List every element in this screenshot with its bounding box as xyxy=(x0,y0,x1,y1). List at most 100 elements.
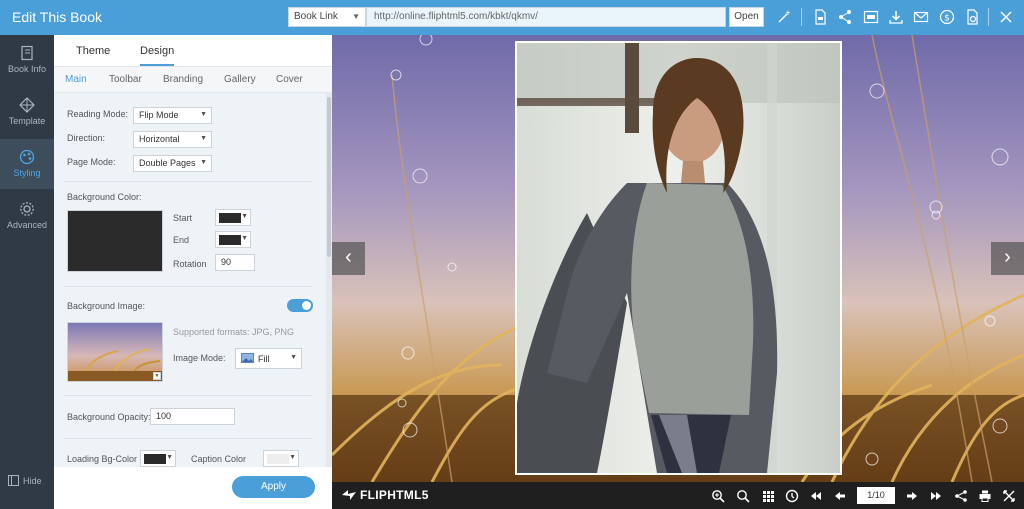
link-type-select[interactable]: Book Link ▼ xyxy=(288,7,366,27)
top-bar: Edit This Book Book Link ▼ http://online… xyxy=(0,0,1024,35)
first-page-icon[interactable] xyxy=(809,489,823,503)
book-page[interactable] xyxy=(515,41,842,475)
email-icon[interactable] xyxy=(913,9,929,25)
direction-value: Horizontal xyxy=(139,134,180,144)
chevron-down-icon: ▼ xyxy=(352,12,360,21)
print-icon[interactable] xyxy=(978,489,992,503)
tab-branding[interactable]: Branding xyxy=(163,74,203,85)
hide-panel-button[interactable]: Hide xyxy=(0,475,54,497)
settings-panel: Theme Design Main Toolbar Branding Galle… xyxy=(54,35,332,509)
chevron-down-icon: ▼ xyxy=(200,159,207,166)
sidebar-item-label: Styling xyxy=(13,168,41,178)
chevron-down-icon: ▼ xyxy=(166,454,173,461)
sidebar-item-advanced[interactable]: Advanced xyxy=(0,191,54,241)
apply-button[interactable]: Apply xyxy=(232,476,315,498)
share-icon[interactable] xyxy=(837,9,853,25)
chevron-down-icon: ▼ xyxy=(241,213,248,220)
html5-icon[interactable] xyxy=(863,9,879,25)
section-divider xyxy=(64,286,313,287)
chevron-down-icon: ▼ xyxy=(241,235,248,242)
sidebar-item-styling[interactable]: Styling xyxy=(0,139,54,189)
autoplay-icon[interactable] xyxy=(785,489,799,503)
share-icon[interactable] xyxy=(954,489,968,503)
chevron-down-icon: ▼ xyxy=(290,354,297,361)
loading-bg-color-picker[interactable]: ▼ xyxy=(140,450,176,467)
magic-wand-icon[interactable] xyxy=(776,9,792,25)
tab-toolbar[interactable]: Toolbar xyxy=(109,74,142,85)
rotation-input[interactable]: 90 xyxy=(215,254,255,271)
background-opacity-label: Background Opacity: xyxy=(67,412,151,422)
next-page-button[interactable]: › xyxy=(991,242,1024,275)
panel-tabs: Theme Design xyxy=(54,35,332,67)
fliphtml5-logo-icon xyxy=(342,490,356,500)
prev-page-icon[interactable] xyxy=(833,489,847,503)
toolbar-divider xyxy=(801,8,802,26)
tab-gallery[interactable]: Gallery xyxy=(224,74,256,85)
background-image-label: Background Image: xyxy=(67,301,146,311)
chevron-down-icon: ▼ xyxy=(289,454,296,461)
next-page-icon[interactable] xyxy=(905,489,919,503)
loading-bg-color-swatch xyxy=(144,454,166,464)
dollar-icon[interactable]: $ xyxy=(939,9,955,25)
page-number-input[interactable]: 1/10 xyxy=(857,487,895,504)
chevron-down-icon: ▼ xyxy=(200,111,207,118)
pdf-icon[interactable] xyxy=(812,9,828,25)
background-opacity-input[interactable]: 100 xyxy=(150,408,235,425)
toolbar-divider xyxy=(988,8,989,26)
sidebar-item-template[interactable]: Template xyxy=(0,87,54,137)
section-divider xyxy=(64,181,313,182)
tab-cover[interactable]: Cover xyxy=(276,74,303,85)
reading-mode-value: Flip Mode xyxy=(139,110,179,120)
publish-icon[interactable] xyxy=(964,9,980,25)
background-image-toggle[interactable] xyxy=(287,299,313,312)
open-button[interactable]: Open xyxy=(729,7,764,27)
main-settings: Reading Mode: Flip Mode ▼ Direction: Hori… xyxy=(54,93,326,467)
caption-color-label: Caption Color xyxy=(191,454,247,464)
caption-color-picker[interactable]: ▼ xyxy=(263,450,299,467)
zoom-in-icon[interactable] xyxy=(711,489,725,503)
tab-theme[interactable]: Theme xyxy=(76,45,110,57)
search-icon[interactable] xyxy=(736,489,750,503)
background-image-thumbnail[interactable]: ▼ xyxy=(67,322,163,382)
thumbnails-icon[interactable] xyxy=(761,489,775,503)
end-color-picker[interactable]: ▼ xyxy=(215,231,251,248)
tab-main[interactable]: Main xyxy=(65,74,87,85)
advanced-icon xyxy=(19,201,35,217)
last-page-icon[interactable] xyxy=(929,489,943,503)
image-mode-label: Image Mode: xyxy=(173,353,226,363)
book-link-field[interactable]: http://online.fliphtml5.com/kbkt/qkmv/ xyxy=(366,7,726,27)
end-color-swatch xyxy=(219,235,241,245)
image-icon xyxy=(241,353,254,363)
start-color-swatch xyxy=(219,213,241,223)
sidebar-item-book-info[interactable]: Book Info xyxy=(0,35,54,85)
svg-text:$: $ xyxy=(944,14,950,24)
close-icon[interactable] xyxy=(998,9,1014,25)
image-mode-select[interactable]: Fill ▼ xyxy=(235,348,302,369)
brand-name: FLIPHTML5 xyxy=(360,488,429,502)
reading-mode-select[interactable]: Flip Mode ▼ xyxy=(133,107,212,124)
book-page-photo xyxy=(517,43,840,473)
caption-color-swatch xyxy=(267,454,289,464)
rotation-label: Rotation xyxy=(173,259,207,269)
previous-page-button[interactable]: ‹ xyxy=(332,242,365,275)
reader-toolbar: FLIPHTML5 1/10 xyxy=(332,482,1024,509)
chevron-left-icon: ‹ xyxy=(345,246,352,268)
fullscreen-icon[interactable] xyxy=(1002,489,1016,503)
start-color-picker[interactable]: ▼ xyxy=(215,209,251,226)
page-mode-label: Page Mode: xyxy=(67,157,116,167)
link-type-value: Book Link xyxy=(294,11,338,22)
start-color-label: Start xyxy=(173,213,193,223)
tab-design[interactable]: Design xyxy=(140,45,175,66)
direction-select[interactable]: Horizontal ▼ xyxy=(133,131,212,148)
section-divider xyxy=(64,395,313,396)
chevron-down-icon: ▼ xyxy=(153,372,161,380)
download-icon[interactable] xyxy=(888,9,904,25)
template-icon xyxy=(19,97,35,113)
chevron-right-icon: › xyxy=(1004,246,1011,268)
reading-mode-label: Reading Mode: xyxy=(67,109,129,119)
hide-panel-icon xyxy=(8,475,19,486)
page-mode-select[interactable]: Double Pages ▼ xyxy=(133,155,212,172)
supported-formats-text: Supported formats: JPG, PNG xyxy=(173,327,295,337)
sidebar: Book Info Template Styling Advanced Hide xyxy=(0,35,54,509)
panel-scrollbar-thumb[interactable] xyxy=(327,97,331,257)
